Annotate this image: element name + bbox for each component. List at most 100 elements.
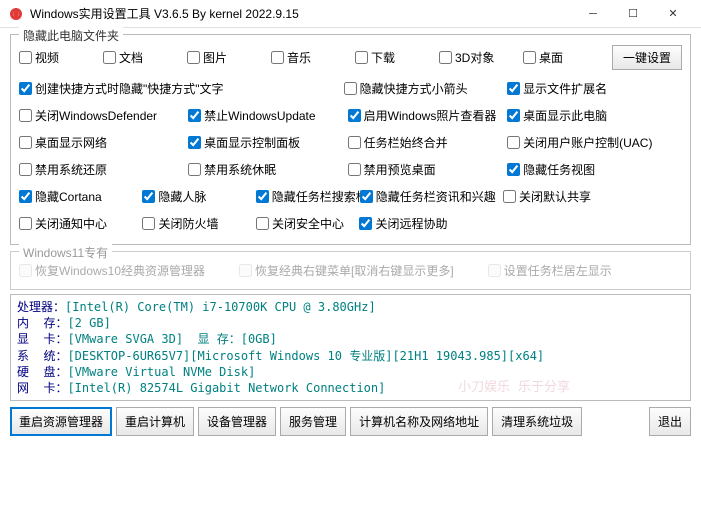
option-checkbox[interactable]: 隐藏人脉 [142, 188, 251, 205]
checkbox-input[interactable] [256, 190, 269, 203]
option-checkbox[interactable]: 创建快捷方式时隐藏"快捷方式"文字 [19, 80, 340, 97]
checkbox-input[interactable] [507, 82, 520, 95]
checkbox-input[interactable] [19, 109, 32, 122]
clean-junk-button[interactable]: 清理系统垃圾 [492, 407, 582, 436]
hide-folder-checkbox[interactable]: 音乐 [271, 49, 351, 66]
gpu-value: [VMware SVGA 3D] 显 存：[0GB] [67, 332, 276, 346]
option-checkbox[interactable]: 禁用系统休眠 [188, 161, 343, 178]
checkbox-input[interactable] [359, 217, 372, 230]
option-checkbox[interactable]: 任务栏始终合并 [348, 134, 503, 151]
checkbox-label: 禁用系统还原 [35, 161, 107, 178]
option-checkbox[interactable]: 关闭安全中心 [256, 215, 356, 232]
checkbox-input[interactable] [271, 51, 284, 64]
option-checkbox[interactable]: 关闭远程协助 [359, 215, 498, 232]
hide-folder-checkbox[interactable]: 文档 [103, 49, 183, 66]
option-checkbox[interactable]: 禁用系统还原 [19, 161, 184, 178]
checkbox-input[interactable] [360, 190, 373, 203]
checkbox-label: 下载 [371, 49, 395, 66]
option-checkbox[interactable]: 关闭防火墙 [142, 215, 252, 232]
option-checkbox[interactable]: 隐藏任务栏资讯和兴趣 [360, 188, 499, 205]
checkbox-input[interactable] [348, 136, 361, 149]
checkbox-label: 视频 [35, 49, 59, 66]
hide-folder-checkbox[interactable]: 桌面 [523, 49, 603, 66]
checkbox-input[interactable] [19, 163, 32, 176]
checkbox-label: 3D对象 [455, 49, 494, 66]
win11-checkbox: 设置任务栏居左显示 [488, 262, 612, 279]
checkbox-input[interactable] [142, 217, 155, 230]
hide-folder-checkbox[interactable]: 3D对象 [439, 49, 519, 66]
checkbox-label: 桌面 [539, 49, 563, 66]
checkbox-input [239, 264, 252, 277]
close-button[interactable]: ✕ [653, 2, 693, 26]
option-checkbox[interactable]: 隐藏Cortana [19, 188, 138, 205]
option-checkbox[interactable]: 隐藏任务栏搜索框 [256, 188, 356, 205]
hide-folder-checkbox[interactable]: 下载 [355, 49, 435, 66]
net-value: [Intel(R) 82574L Gigabit Network Connect… [67, 381, 385, 395]
services-button[interactable]: 服务管理 [280, 407, 346, 436]
restart-pc-button[interactable]: 重启计算机 [116, 407, 194, 436]
cpu-label: 处理器： [17, 300, 65, 314]
checkbox-input[interactable] [507, 136, 520, 149]
checkbox-input[interactable] [348, 109, 361, 122]
checkbox-input[interactable] [19, 217, 32, 230]
checkbox-input[interactable] [507, 109, 520, 122]
option-checkbox[interactable]: 隐藏任务视图 [507, 161, 682, 178]
checkbox-label: 关闭安全中心 [272, 215, 344, 232]
device-manager-button[interactable]: 设备管理器 [198, 407, 276, 436]
bottom-bar: 重启资源管理器 重启计算机 设备管理器 服务管理 计算机名称及网络地址 清理系统… [0, 407, 701, 442]
win11-checkbox: 恢复经典右键菜单[取消右键显示更多] [239, 262, 454, 279]
hide-folder-title: 隐藏此电脑文件夹 [19, 27, 123, 44]
checkbox-input[interactable] [142, 190, 155, 203]
option-checkbox[interactable]: 启用Windows照片查看器 [348, 107, 503, 124]
checkbox-input[interactable] [523, 51, 536, 64]
hide-folder-group: 隐藏此电脑文件夹 视频文档图片音乐下载3D对象桌面一键设置 创建快捷方式时隐藏"… [10, 34, 691, 245]
checkbox-label: 恢复Windows10经典资源管理器 [35, 262, 205, 279]
hide-folder-checkbox[interactable]: 图片 [187, 49, 267, 66]
checkbox-input[interactable] [507, 163, 520, 176]
checkbox-input[interactable] [187, 51, 200, 64]
sysinfo-panel: 处理器：[Intel(R) Core(TM) i7-10700K CPU @ 3… [10, 294, 691, 401]
option-checkbox[interactable]: 关闭WindowsDefender [19, 107, 184, 124]
checkbox-input[interactable] [19, 51, 32, 64]
checkbox-input[interactable] [355, 51, 368, 64]
checkbox-label: 禁止WindowsUpdate [204, 107, 315, 124]
hide-folder-checkbox[interactable]: 视频 [19, 49, 99, 66]
checkbox-input[interactable] [256, 217, 269, 230]
option-checkbox[interactable]: 关闭默认共享 [503, 188, 682, 205]
option-checkbox[interactable]: 桌面显示此电脑 [507, 107, 682, 124]
checkbox-input[interactable] [344, 82, 357, 95]
checkbox-label: 任务栏始终合并 [364, 134, 448, 151]
checkbox-input[interactable] [103, 51, 116, 64]
checkbox-input[interactable] [503, 190, 516, 203]
computer-name-button[interactable]: 计算机名称及网络地址 [350, 407, 488, 436]
checkbox-input[interactable] [188, 136, 201, 149]
checkbox-input[interactable] [439, 51, 452, 64]
checkbox-input[interactable] [348, 163, 361, 176]
option-checkbox[interactable]: 禁用预览桌面 [348, 161, 503, 178]
option-checkbox[interactable]: 关闭通知中心 [19, 215, 138, 232]
option-checkbox[interactable]: 桌面显示网络 [19, 134, 184, 151]
mem-value: [2 GB] [67, 316, 110, 330]
maximize-button[interactable]: ☐ [613, 2, 653, 26]
option-checkbox[interactable]: 显示文件扩展名 [507, 80, 682, 97]
checkbox-input[interactable] [19, 190, 32, 203]
option-checkbox[interactable]: 禁止WindowsUpdate [188, 107, 343, 124]
restart-explorer-button[interactable]: 重启资源管理器 [10, 407, 112, 436]
exit-button[interactable]: 退出 [649, 407, 691, 436]
batch-set-button[interactable]: 一键设置 [612, 45, 682, 70]
checkbox-label: 图片 [203, 49, 227, 66]
checkbox-input[interactable] [188, 109, 201, 122]
option-checkbox[interactable]: 桌面显示控制面板 [188, 134, 343, 151]
win11-title: Windows11专有 [19, 244, 112, 261]
checkbox-input[interactable] [188, 163, 201, 176]
option-checkbox[interactable]: 关闭用户账户控制(UAC) [507, 134, 682, 151]
titlebar: Windows实用设置工具 V3.6.5 By kernel 2022.9.15… [0, 0, 701, 28]
minimize-button[interactable]: ─ [573, 2, 613, 26]
checkbox-label: 关闭默认共享 [519, 188, 591, 205]
checkbox-label: 隐藏任务视图 [523, 161, 595, 178]
checkbox-input[interactable] [19, 136, 32, 149]
checkbox-input[interactable] [19, 82, 32, 95]
checkbox-label: 设置任务栏居左显示 [504, 262, 612, 279]
checkbox-label: 显示文件扩展名 [523, 80, 607, 97]
checkbox-label: 关闭防火墙 [158, 215, 218, 232]
